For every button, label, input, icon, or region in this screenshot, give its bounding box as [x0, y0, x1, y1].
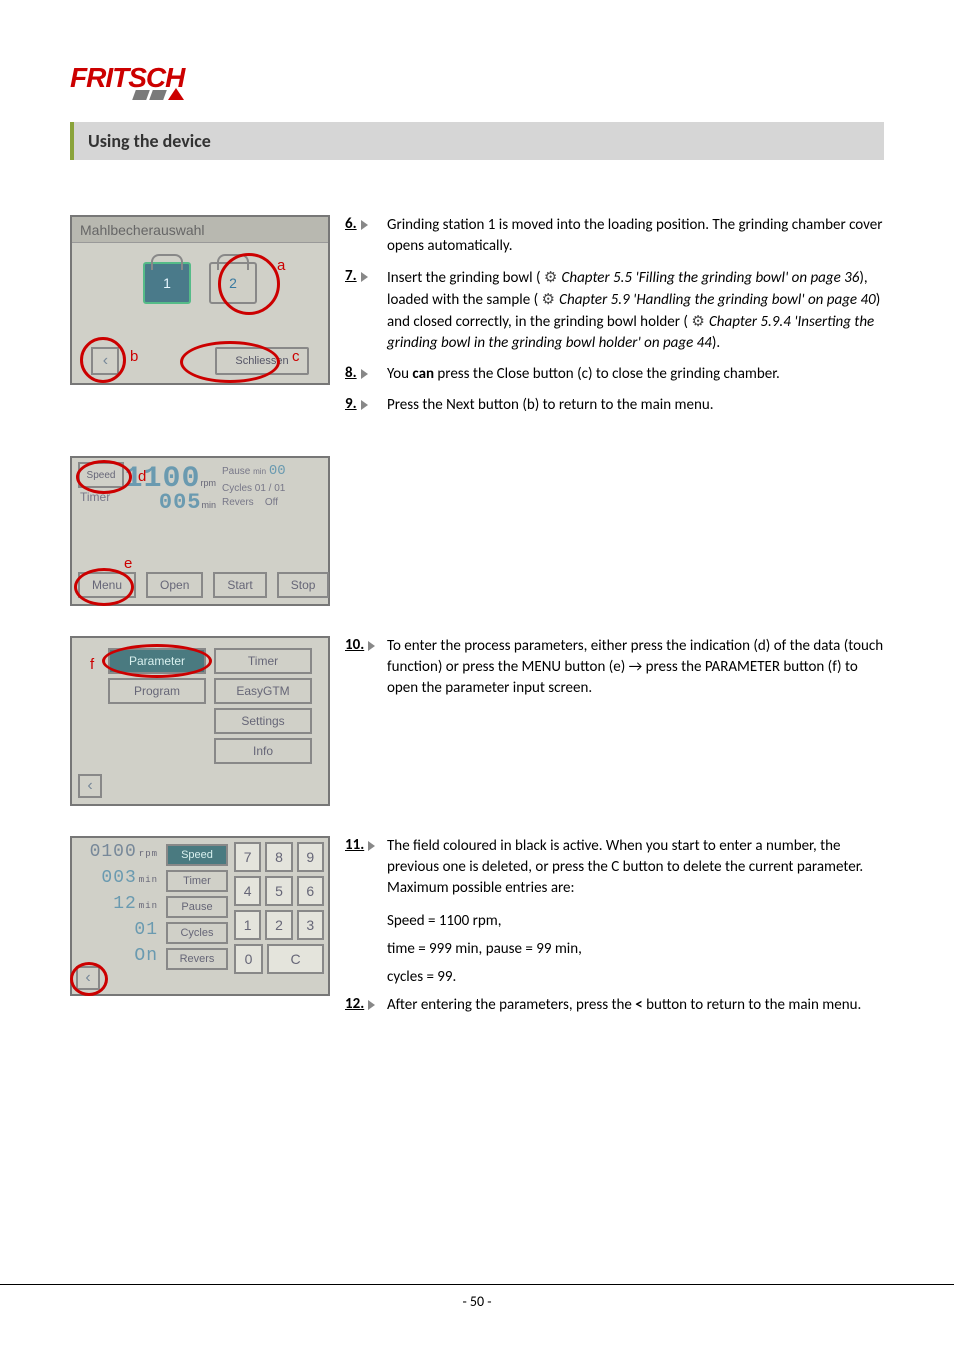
- step-8: 8. You can press the Close button (c) to…: [345, 364, 884, 385]
- keypad-1: 1: [234, 910, 261, 940]
- screenshot-main-menu: Speed Timer 1100rpm 005min Pause min 00 …: [70, 456, 330, 606]
- keypad-6: 6: [297, 876, 324, 906]
- step-12: 12. After entering the parameters, press…: [345, 995, 884, 1016]
- timer-field: Timer: [166, 870, 228, 892]
- page-footer: - 50 -: [0, 1284, 954, 1310]
- back-button: ‹: [78, 774, 102, 798]
- keypad-9: 9: [297, 842, 324, 872]
- speed-field: Speed: [166, 844, 228, 866]
- step-7: 7. Insert the grinding bowl ( ⚙ Chapter …: [345, 267, 884, 354]
- annotation-c: c: [292, 348, 300, 365]
- step-9: 9. Press the Next button (b) to return t…: [345, 395, 884, 416]
- keypad-3: 3: [297, 910, 324, 940]
- speed-label: Speed: [78, 462, 124, 488]
- step-10: 10. To enter the process parameters, eit…: [345, 636, 884, 699]
- page-number: - 50 -: [462, 1293, 491, 1310]
- speed-value: 1100: [124, 462, 200, 496]
- settings-button: Settings: [214, 708, 312, 734]
- screenshot-parameter-entry: 0100rpm 003min 12min 01 On Speed Timer P…: [70, 836, 330, 996]
- brand-logo: FRITSCH: [70, 40, 884, 100]
- keypad-clear: C: [267, 944, 324, 974]
- bowl-2: 2: [209, 262, 257, 304]
- keypad-5: 5: [265, 876, 292, 906]
- step-arrow-icon: [361, 369, 368, 379]
- info-button: Info: [214, 738, 312, 764]
- step-arrow-icon: [368, 641, 375, 651]
- step-arrow-icon: [361, 272, 368, 282]
- keypad-0: 0: [234, 944, 263, 974]
- pause-field: Pause: [166, 896, 228, 918]
- timer-button: Timer: [214, 648, 312, 674]
- annotation-b: b: [130, 348, 138, 365]
- easygtm-button: EasyGTM: [214, 678, 312, 704]
- keypad-8: 8: [265, 842, 292, 872]
- step-arrow-icon: [368, 1000, 375, 1010]
- bowl-1: 1: [143, 262, 191, 304]
- timer-label: Timer: [78, 490, 124, 504]
- program-button: Program: [108, 678, 206, 704]
- annotation-a: a: [277, 257, 285, 274]
- step-arrow-icon: [361, 220, 368, 230]
- annotation-d: d: [138, 468, 146, 485]
- step-11: 11. The field coloured in black is activ…: [345, 836, 884, 899]
- section-title: Using the device: [70, 122, 884, 160]
- step-11-sub1: Speed = 1100 rpm,: [387, 909, 884, 933]
- step-arrow-icon: [368, 841, 375, 851]
- start-button: Start: [213, 572, 266, 598]
- shot1-title: Mahlbecherauswahl: [72, 217, 328, 243]
- step-11-sub3: cycles = 99.: [387, 965, 884, 989]
- step-11-sub2: time = 999 min, pause = 99 min,: [387, 937, 884, 961]
- step-arrow-icon: [361, 400, 368, 410]
- brand-name: FRITSCH: [70, 65, 184, 90]
- back-button: ‹: [76, 966, 100, 990]
- screenshot-menu: Parameter Program Timer EasyGTM Settings…: [70, 636, 330, 806]
- parameter-button: Parameter: [108, 648, 206, 674]
- annotation-f: f: [90, 656, 94, 673]
- close-button: Schliessen: [215, 347, 308, 375]
- back-button: ‹: [91, 347, 119, 375]
- annotation-e: e: [124, 555, 132, 572]
- keypad-4: 4: [234, 876, 261, 906]
- revers-field: Revers: [166, 948, 228, 970]
- menu-button: Menu: [78, 572, 136, 598]
- stop-button: Stop: [277, 572, 330, 598]
- timer-value: 005: [159, 490, 202, 515]
- keypad-7: 7: [234, 842, 261, 872]
- keypad-2: 2: [265, 910, 292, 940]
- screenshot-bowl-selection: Mahlbecherauswahl 1 2 a ‹ Schliessen b: [70, 215, 330, 385]
- open-button: Open: [146, 572, 203, 598]
- cycles-field: Cycles: [166, 922, 228, 944]
- step-6: 6. Grinding station 1 is moved into the …: [345, 215, 884, 257]
